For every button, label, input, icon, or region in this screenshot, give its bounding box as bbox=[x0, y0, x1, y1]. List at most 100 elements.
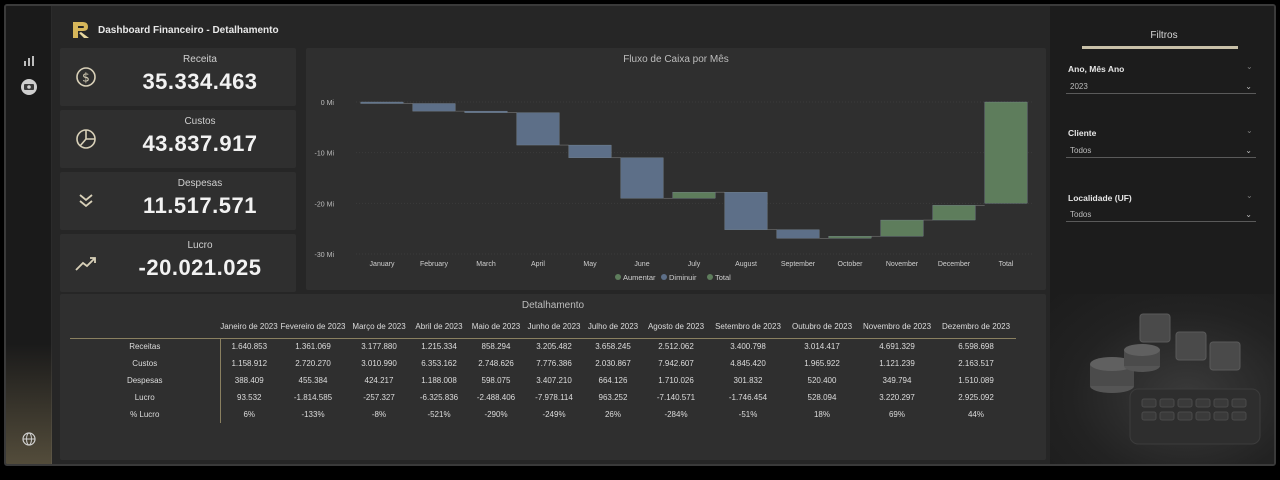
column-header[interactable]: Agosto de 2023 bbox=[642, 316, 710, 338]
left-nav-rail bbox=[6, 6, 52, 464]
decorative-image bbox=[1050, 294, 1274, 464]
column-header[interactable]: Dezembro de 2023 bbox=[936, 316, 1016, 338]
x-tick-label: November bbox=[886, 261, 919, 268]
chevron-down-icon[interactable]: ⌄ bbox=[1246, 126, 1253, 135]
dashboard-frame: Dashboard Financeiro - Detalhamento $ Re… bbox=[4, 4, 1276, 466]
filter-select-value: Todos bbox=[1070, 210, 1092, 219]
column-header[interactable]: Abril de 2023 bbox=[410, 316, 468, 338]
table-cell: 1.121.239 bbox=[879, 359, 915, 368]
column-header[interactable]: Fevereiro de 2023 bbox=[278, 316, 348, 338]
table-cell: 858.294 bbox=[481, 342, 511, 352]
table-cell: 3.205.482 bbox=[536, 342, 572, 352]
table-cell: 598.075 bbox=[481, 376, 511, 385]
table-cell: 6.598.698 bbox=[958, 342, 994, 352]
table-cell: 3.177.880 bbox=[361, 342, 397, 352]
table-cell: -284% bbox=[664, 410, 688, 419]
main-content: Dashboard Financeiro - Detalhamento $ Re… bbox=[52, 6, 1050, 464]
kpi-card-lucro: Lucro -20.021.025 bbox=[60, 234, 296, 292]
table-cell: -2.488.406 bbox=[476, 393, 516, 402]
dollar-coin-icon: $ bbox=[76, 67, 96, 87]
kpi-value: -20.021.025 bbox=[138, 255, 262, 280]
table-row: Custos 1.158.912 2.720.270 3.010.990 6.353.1… bbox=[70, 355, 1016, 372]
row-label: Despesas bbox=[70, 372, 221, 389]
table-cell: -521% bbox=[427, 410, 451, 419]
table-cell: 3.010.990 bbox=[361, 359, 397, 368]
kpi-label: Custos bbox=[184, 116, 216, 127]
column-header[interactable]: Junho de 2023 bbox=[524, 316, 584, 338]
waterfall-bar bbox=[724, 192, 768, 230]
table-cell: 26% bbox=[604, 410, 621, 419]
chevron-down-icon[interactable]: ⌄ bbox=[1246, 62, 1253, 71]
column-header[interactable]: Março de 2023 bbox=[348, 316, 410, 338]
chevron-down-icon: ⌄ bbox=[1245, 210, 1252, 219]
kpi-value: 11.517.571 bbox=[143, 193, 257, 218]
waterfall-bar bbox=[672, 192, 716, 199]
table-cell: 424.217 bbox=[364, 376, 394, 385]
kpi-card-custos: Custos 43.837.917 bbox=[60, 110, 296, 168]
chevron-down-icon[interactable]: ⌄ bbox=[1246, 191, 1253, 200]
waterfall-bar bbox=[568, 144, 612, 158]
x-tick-label: August bbox=[735, 261, 757, 268]
filters-underline bbox=[1082, 46, 1238, 49]
chevron-down-icon: ⌄ bbox=[1245, 146, 1252, 155]
column-header[interactable]: Novembro de 2023 bbox=[858, 316, 936, 338]
waterfall-bar bbox=[776, 229, 820, 239]
x-tick-label: Total bbox=[999, 261, 1014, 268]
x-tick-label: May bbox=[583, 261, 597, 268]
waterfall-bar bbox=[360, 101, 404, 104]
column-header[interactable]: Maio de 2023 bbox=[468, 316, 524, 338]
x-tick-label: June bbox=[634, 261, 649, 268]
filters-title: Filtros bbox=[1150, 30, 1178, 41]
column-header[interactable]: Setembro de 2023 bbox=[710, 316, 786, 338]
globe-icon[interactable] bbox=[20, 432, 38, 450]
waterfall-bar bbox=[932, 205, 976, 221]
brand-logo bbox=[73, 22, 89, 38]
waterfall-bar bbox=[828, 236, 872, 239]
column-header[interactable]: Janeiro de 2023 bbox=[220, 316, 278, 338]
waterfall-bar bbox=[984, 101, 1028, 204]
waterfall-chart: 0 Mi -10 Mi -20 Mi -30 Mi January February Mar… bbox=[315, 100, 1032, 282]
kpi-label: Despesas bbox=[177, 178, 223, 189]
table-cell: 2.163.517 bbox=[958, 359, 994, 368]
table-cell: 4.845.420 bbox=[730, 359, 766, 368]
waterfall-bar bbox=[516, 112, 560, 146]
legend-marker bbox=[661, 274, 667, 280]
waterfall-bar bbox=[412, 103, 456, 112]
money-icon[interactable] bbox=[20, 78, 38, 96]
table-cell: -7.978.114 bbox=[535, 393, 573, 402]
table-cell: 44% bbox=[967, 410, 984, 419]
filter-select-client[interactable]: Todos ⌄ bbox=[1066, 144, 1256, 158]
table-cell: 3.400.798 bbox=[730, 342, 766, 352]
column-header[interactable]: Outubro de 2023 bbox=[786, 316, 858, 338]
table-cell: 2.748.626 bbox=[478, 359, 514, 368]
table-cell: 388.409 bbox=[234, 376, 264, 385]
filter-label-year-month: Ano, Mês Ano bbox=[1068, 64, 1125, 74]
x-tick-label: October bbox=[838, 261, 864, 268]
table-cell: -1.814.585 bbox=[293, 393, 333, 402]
table-cell: 1.158.912 bbox=[231, 359, 268, 368]
detail-table: Janeiro de 2023 Fevereiro de 2023 Março de… bbox=[70, 316, 1016, 423]
y-tick-label: 0 Mi bbox=[321, 100, 335, 107]
cash-flow-chart-card: Fluxo de Caixa por Mês 0 Mi -10 Mi -20 Mi -… bbox=[306, 48, 1046, 290]
table-cell: 3.658.245 bbox=[595, 342, 631, 352]
table-cell: 349.794 bbox=[882, 376, 912, 385]
table-cell: 3.220.297 bbox=[879, 393, 915, 402]
x-tick-label: March bbox=[476, 261, 496, 268]
bar-chart-icon[interactable] bbox=[20, 54, 38, 72]
table-cell: 1.965.922 bbox=[804, 359, 840, 368]
table-cell: 4.691.329 bbox=[879, 342, 915, 352]
kpi-value: 35.334.463 bbox=[142, 69, 258, 94]
column-header[interactable]: Julho de 2023 bbox=[584, 316, 642, 338]
table-cell: -51% bbox=[738, 410, 758, 419]
kpi-label: Receita bbox=[183, 54, 217, 65]
filter-select-location[interactable]: Todos ⌄ bbox=[1066, 208, 1256, 222]
table-cell: 1.710.026 bbox=[658, 376, 694, 385]
legend-label: Aumentar bbox=[623, 273, 656, 282]
legend-label: Total bbox=[715, 273, 731, 282]
table-cell: 7.776.386 bbox=[536, 359, 572, 368]
x-tick-label: February bbox=[420, 261, 449, 268]
chevron-down-icon: ⌄ bbox=[1245, 82, 1252, 91]
x-tick-label: April bbox=[531, 261, 545, 268]
filter-select-value: Todos bbox=[1070, 146, 1092, 155]
filter-select-year-month[interactable]: 2023 ⌄ bbox=[1066, 80, 1256, 94]
